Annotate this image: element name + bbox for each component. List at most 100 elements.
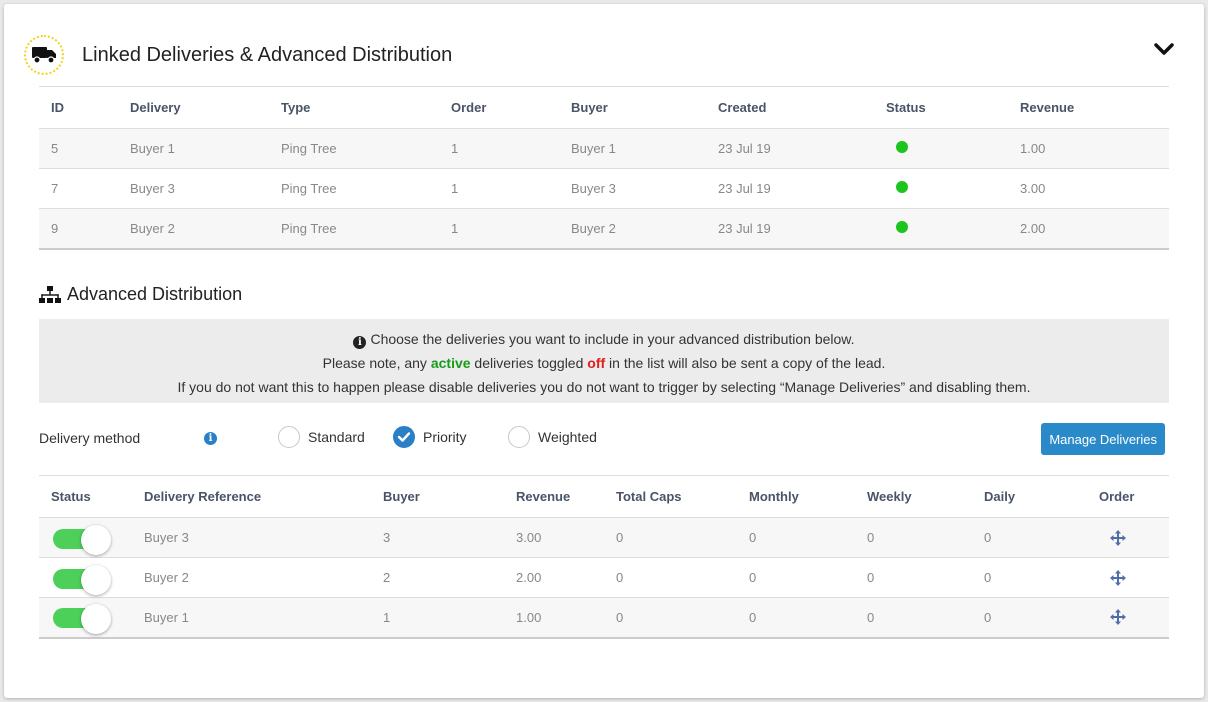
status-toggle[interactable] <box>51 524 113 555</box>
row-order: 1 <box>439 208 559 250</box>
table-row: 7 Buyer 3 Ping Tree 1 Buyer 3 23 Jul 19 … <box>39 168 1169 209</box>
row-revenue: 2.00 <box>1008 208 1169 250</box>
check-icon <box>393 426 415 448</box>
row-order <box>1087 557 1169 598</box>
delivery-method-info-icon[interactable]: i <box>204 432 217 445</box>
linked-deliveries-panel: Linked Deliveries & Advanced Distributio… <box>4 4 1204 698</box>
advanced-distribution-title: Advanced Distribution <box>67 284 243 304</box>
row-order: 1 <box>439 168 559 209</box>
row-buyer: Buyer 2 <box>559 208 706 250</box>
info-line-1-text: Choose the deliveries you want to includ… <box>370 331 855 347</box>
row-delivery-link[interactable]: Buyer 2 <box>118 208 269 250</box>
col-type: Type <box>269 86 439 129</box>
col-delivery: Delivery <box>118 86 269 129</box>
row-total-caps: 0 <box>604 557 737 598</box>
radio-standard-label: Standard <box>308 429 365 445</box>
row-daily: 0 <box>972 557 1087 598</box>
row-status <box>874 128 1008 169</box>
row-created: 23 Jul 19 <box>706 208 874 250</box>
row-created: 23 Jul 19 <box>706 128 874 169</box>
status-toggle[interactable] <box>51 604 113 635</box>
table-header-row: ID Delivery Type Order Buyer Created Sta… <box>39 86 1169 129</box>
row-revenue: 1.00 <box>1008 128 1169 169</box>
info-notice: i Choose the deliveries you want to inclu… <box>39 319 1169 403</box>
status-active-dot <box>896 181 908 193</box>
row-delivery-link[interactable]: Buyer 3 <box>118 168 269 209</box>
radio-priority[interactable]: Priority <box>393 426 467 448</box>
row-reference: Buyer 1 <box>132 597 371 639</box>
row-revenue: 3.00 <box>504 517 604 558</box>
row-reference: Buyer 2 <box>132 557 371 598</box>
row-revenue: 1.00 <box>504 597 604 639</box>
row-total-caps: 0 <box>604 517 737 558</box>
col-revenue: Revenue <box>1008 86 1169 129</box>
row-daily: 0 <box>972 597 1087 639</box>
row-delivery-link[interactable]: Buyer 1 <box>118 128 269 169</box>
row-monthly: 0 <box>737 557 855 598</box>
row-monthly: 0 <box>737 597 855 639</box>
col-buyer: Buyer <box>371 475 504 518</box>
row-revenue: 2.00 <box>504 557 604 598</box>
col-status: Status <box>39 475 132 518</box>
row-order: 1 <box>439 128 559 169</box>
info-line-2: Please note, any active deliveries toggl… <box>39 351 1169 375</box>
col-monthly: Monthly <box>737 475 855 518</box>
move-arrows-icon[interactable] <box>1109 569 1127 587</box>
row-revenue: 3.00 <box>1008 168 1169 209</box>
status-active-dot <box>896 220 908 233</box>
col-buyer: Buyer <box>559 86 706 129</box>
move-arrows-icon[interactable] <box>1109 608 1127 626</box>
row-status <box>39 597 132 639</box>
col-delivery-reference: Delivery Reference <box>132 475 371 518</box>
info-line-2-a: Please note, any <box>322 355 431 371</box>
radio-circle-unchecked <box>508 426 530 448</box>
col-order: Order <box>439 86 559 129</box>
delivery-method-row: Delivery method i Standard Priority Weig… <box>39 422 1169 456</box>
info-active-word: active <box>430 355 471 371</box>
row-id[interactable]: 7 <box>39 168 118 209</box>
row-reference: Buyer 3 <box>132 517 371 558</box>
info-line-1: i Choose the deliveries you want to inclu… <box>39 327 1169 351</box>
move-arrows-icon[interactable] <box>1109 529 1127 547</box>
row-type: Ping Tree <box>269 128 439 169</box>
advanced-distribution-table: Status Delivery Reference Buyer Revenue … <box>39 475 1169 639</box>
col-daily: Daily <box>972 475 1087 518</box>
col-status: Status <box>874 86 1008 129</box>
truck-icon <box>32 47 56 64</box>
row-status <box>874 168 1008 209</box>
row-id[interactable]: 5 <box>39 128 118 169</box>
row-created: 23 Jul 19 <box>706 168 874 209</box>
delivery-method-label: Delivery method <box>39 430 141 446</box>
row-buyer: Buyer 3 <box>559 168 706 209</box>
col-revenue: Revenue <box>504 475 604 518</box>
status-toggle[interactable] <box>51 564 113 595</box>
row-status <box>39 557 132 598</box>
info-line-2-c: in the list will also be sent a copy of … <box>605 355 886 371</box>
linked-deliveries-table: ID Delivery Type Order Buyer Created Sta… <box>39 86 1169 250</box>
panel-header: Linked Deliveries & Advanced Distributio… <box>24 34 452 76</box>
col-created: Created <box>706 86 874 129</box>
collapse-chevron-icon[interactable] <box>1152 40 1176 58</box>
table-row: Buyer 1 1 1.00 0 0 0 0 <box>39 597 1169 639</box>
row-total-caps: 0 <box>604 597 737 639</box>
info-off-word: off <box>587 355 606 371</box>
row-status <box>39 517 132 558</box>
row-weekly: 0 <box>855 517 972 558</box>
table-row: Buyer 2 2 2.00 0 0 0 0 <box>39 557 1169 598</box>
row-order <box>1087 517 1169 558</box>
radio-weighted-label: Weighted <box>538 429 597 445</box>
radio-priority-label: Priority <box>423 429 467 445</box>
col-id: ID <box>39 86 118 129</box>
info-circle-icon: i <box>353 336 367 349</box>
radio-standard[interactable]: Standard <box>278 426 365 448</box>
row-id[interactable]: 9 <box>39 208 118 250</box>
row-daily: 0 <box>972 517 1087 558</box>
radio-weighted[interactable]: Weighted <box>508 426 597 448</box>
row-status <box>874 208 1008 250</box>
row-type: Ping Tree <box>269 208 439 250</box>
panel-title: Linked Deliveries & Advanced Distributio… <box>82 43 453 66</box>
row-buyer: 1 <box>371 597 504 639</box>
row-monthly: 0 <box>737 517 855 558</box>
row-type: Ping Tree <box>269 168 439 209</box>
manage-deliveries-button[interactable]: Manage Deliveries <box>1041 423 1165 455</box>
